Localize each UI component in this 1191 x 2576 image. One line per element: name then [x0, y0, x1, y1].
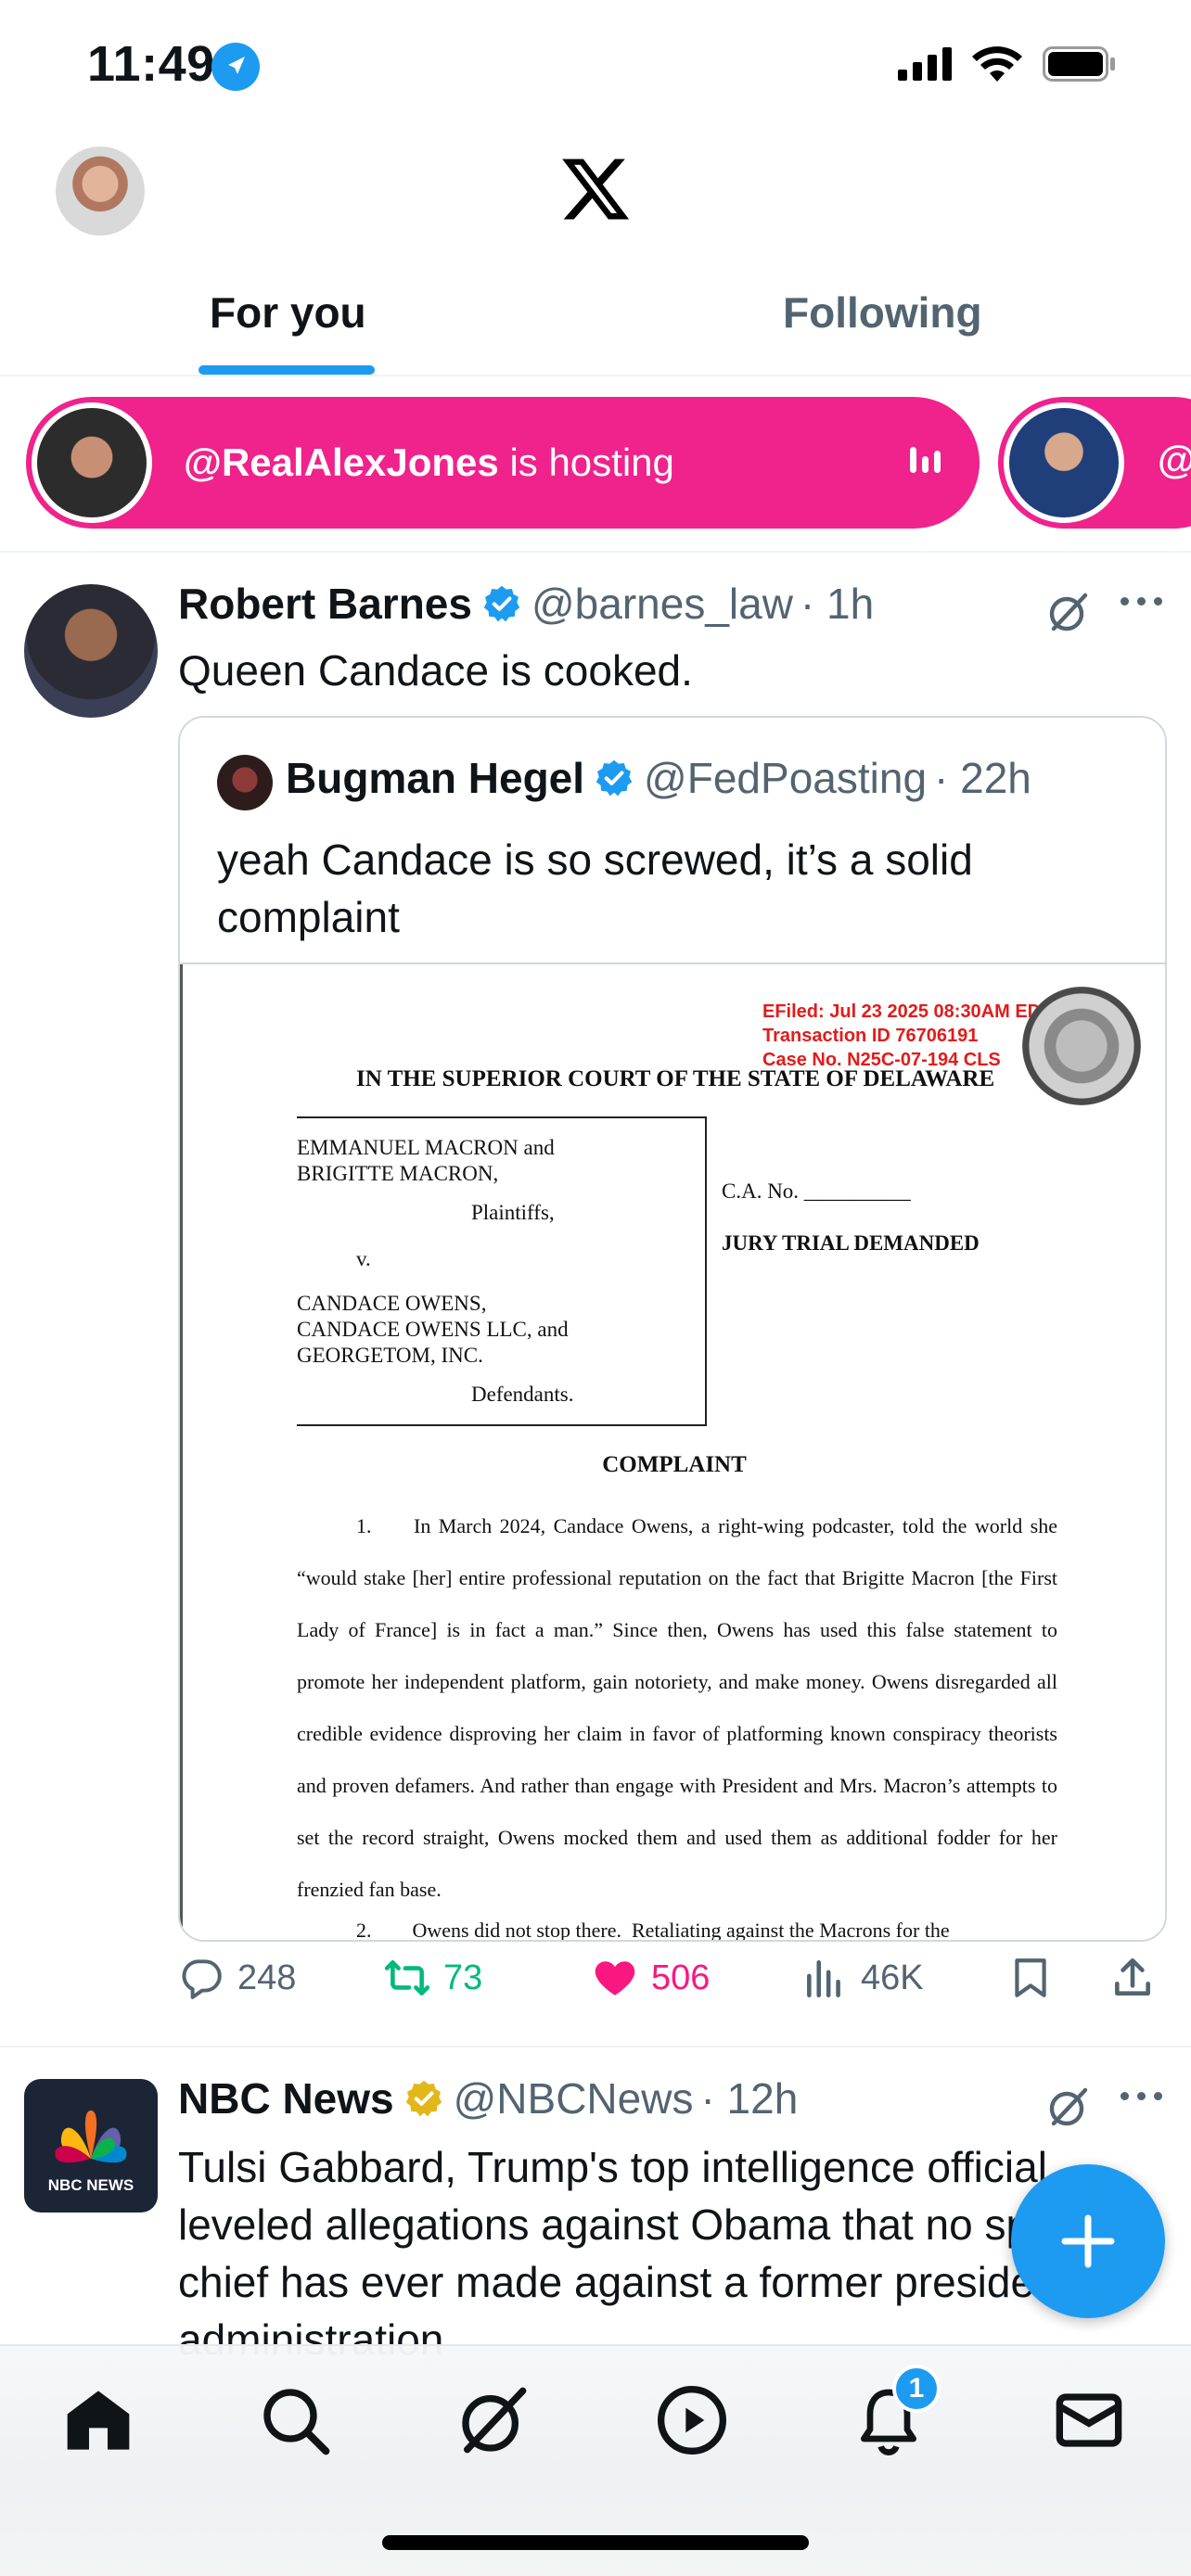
defendants-label: Defendants.	[471, 1383, 574, 1406]
grok-nav-icon[interactable]	[456, 2383, 531, 2457]
plaintiffs-label: Plaintiffs,	[471, 1201, 555, 1224]
profile-avatar[interactable]	[56, 147, 145, 236]
verified-badge-icon	[483, 585, 520, 622]
reply-count: 248	[237, 1958, 297, 1997]
author-handle[interactable]: @barnes_law	[531, 579, 793, 629]
author-name[interactable]: Robert Barnes	[178, 579, 472, 629]
mail-icon[interactable]	[1052, 2383, 1126, 2457]
views-icon	[807, 1960, 840, 1998]
paragraph-text: In March 2024, Candace Owens, a right-wi…	[297, 1514, 1057, 1901]
jury-demand: JURY TRIAL DEMANDED	[722, 1231, 980, 1255]
tweet-text: Queen Candace is cooked.	[178, 646, 693, 695]
share-icon	[1115, 1958, 1150, 1996]
bookmark-icon	[1015, 1958, 1046, 1997]
gold-verified-badge-icon	[405, 2080, 442, 2117]
tab-following[interactable]: Following	[783, 287, 982, 338]
space-label: @RealAlexJones is hosting	[184, 440, 674, 485]
paragraph-number: 1.	[356, 1514, 372, 1537]
status-icons	[898, 46, 1117, 82]
quote-header: Bugman Hegel @FedPoasting · 22h	[286, 753, 1031, 803]
more-icon[interactable]	[1121, 597, 1162, 606]
wifi-icon	[972, 46, 1022, 82]
home-indicator	[382, 2535, 809, 2550]
views-button[interactable]: 46K	[801, 1955, 924, 2001]
repost-button[interactable]: 73	[384, 1955, 482, 2001]
like-icon	[595, 1961, 635, 1996]
location-arrow-icon	[211, 43, 260, 91]
quote-time: · 22h	[934, 754, 1031, 802]
space-host-avatar-2	[1004, 402, 1124, 523]
efiled-line: Transaction ID 76706191	[762, 1026, 979, 1046]
space-host-handle-2: @	[1158, 438, 1191, 482]
battery-icon	[1043, 46, 1115, 82]
space-pill-alexjones[interactable]: @RealAlexJones is hosting	[26, 397, 980, 529]
repost-icon	[384, 1960, 430, 1996]
tweet-actions: 248 73 506 46K	[178, 1955, 1161, 2020]
like-count: 506	[651, 1958, 711, 1997]
avatar[interactable]	[24, 584, 158, 718]
more-icon[interactable]	[1121, 2092, 1162, 2100]
grok-icon[interactable]	[1046, 2085, 1091, 2129]
status-bar: 11:49	[0, 0, 1191, 139]
efiled-stamp: EFiled: Jul 23 2025 08:30AM EDT Transact…	[762, 1000, 1052, 1072]
video-icon[interactable]	[655, 2383, 729, 2457]
nbc-logo-text: NBC NEWS	[48, 2176, 134, 2194]
timeline-tabs: For you Following	[0, 250, 1191, 376]
nbc-peacock-logo: NBC NEWS	[48, 2111, 134, 2194]
search-icon[interactable]	[258, 2383, 332, 2457]
tweet-time: · 1h	[800, 580, 875, 628]
like-button[interactable]: 506	[592, 1955, 710, 2001]
reply-button[interactable]: 248	[178, 1955, 296, 2001]
tweet-time: · 12h	[700, 2074, 799, 2123]
avatar[interactable]: NBC NEWS	[24, 2079, 158, 2213]
space-pill-second[interactable]: @	[998, 397, 1191, 529]
paragraph-2-partial: 2. Owens did not stop there. Retaliating…	[356, 1919, 950, 1942]
quote-author-name: Bugman Hegel	[286, 754, 585, 802]
views-count: 46K	[861, 1958, 924, 1997]
court-heading: IN THE SUPERIOR COURT OF THE STATE OF DE…	[356, 1066, 995, 1091]
repost-count: 73	[443, 1958, 483, 1997]
quote-text: yeah Candace is so screwed, it’s a solid…	[217, 835, 973, 941]
compose-icon	[1061, 2214, 1115, 2268]
tab-for-you[interactable]: For you	[210, 287, 366, 338]
tweet-header: NBC News @NBCNews · 12h	[178, 2073, 798, 2123]
compose-button[interactable]	[1011, 2164, 1165, 2318]
document-image[interactable]: EFiled: Jul 23 2025 08:30AM EDT Transact…	[180, 963, 1165, 1942]
quoted-tweet[interactable]: Bugman Hegel @FedPoasting · 22h yeah Can…	[178, 716, 1167, 1942]
plaintiffs-names: EMMANUEL MACRON and BRIGITTE MACRON,	[297, 1136, 555, 1185]
author-name[interactable]: NBC News	[178, 2073, 394, 2123]
spaces-bar: @RealAlexJones is hosting @	[0, 378, 1191, 553]
space-hosting-text: is hosting	[509, 440, 674, 484]
tweet-robert-barnes[interactable]: Robert Barnes @barnes_law · 1h Queen Can…	[0, 555, 1191, 2047]
case-number: C.A. No. __________	[722, 1180, 911, 1203]
tweet-header: Robert Barnes @barnes_law · 1h	[178, 579, 874, 629]
versus-label: v.	[356, 1247, 371, 1270]
grok-icon[interactable]	[1046, 590, 1091, 634]
audio-bars-icon	[910, 447, 941, 473]
efiled-line: EFiled: Jul 23 2025 08:30AM EDT	[762, 1001, 1053, 1022]
complaint-title: COMPLAINT	[602, 1452, 747, 1477]
bookmark-button[interactable]	[1007, 1955, 1054, 2001]
x-logo	[562, 159, 630, 220]
complaint-paragraph: 1. In March 2024, Candace Owens, a right-…	[297, 1500, 1057, 1916]
verified-badge-icon	[596, 759, 633, 797]
space-host-avatar	[32, 402, 152, 523]
home-icon[interactable]	[61, 2383, 135, 2457]
notification-badge: 1	[892, 2365, 941, 2413]
quote-author-handle: @FedPoasting	[644, 754, 928, 802]
signal-icon	[898, 47, 952, 81]
active-tab-indicator	[198, 365, 375, 375]
reply-icon	[182, 1959, 222, 1999]
space-host-handle: @RealAlexJones	[184, 440, 499, 484]
author-handle[interactable]: @NBCNews	[454, 2073, 694, 2123]
defendants-names: CANDACE OWENS, CANDACE OWENS LLC, and GE…	[297, 1292, 569, 1367]
share-button[interactable]	[1109, 1955, 1156, 2001]
status-time: 11:49	[87, 36, 215, 92]
court-seal	[1022, 987, 1141, 1105]
quote-avatar	[217, 755, 273, 810]
tweet-text: Tulsi Gabbard, Trump's top intelligence …	[178, 2143, 1121, 2364]
